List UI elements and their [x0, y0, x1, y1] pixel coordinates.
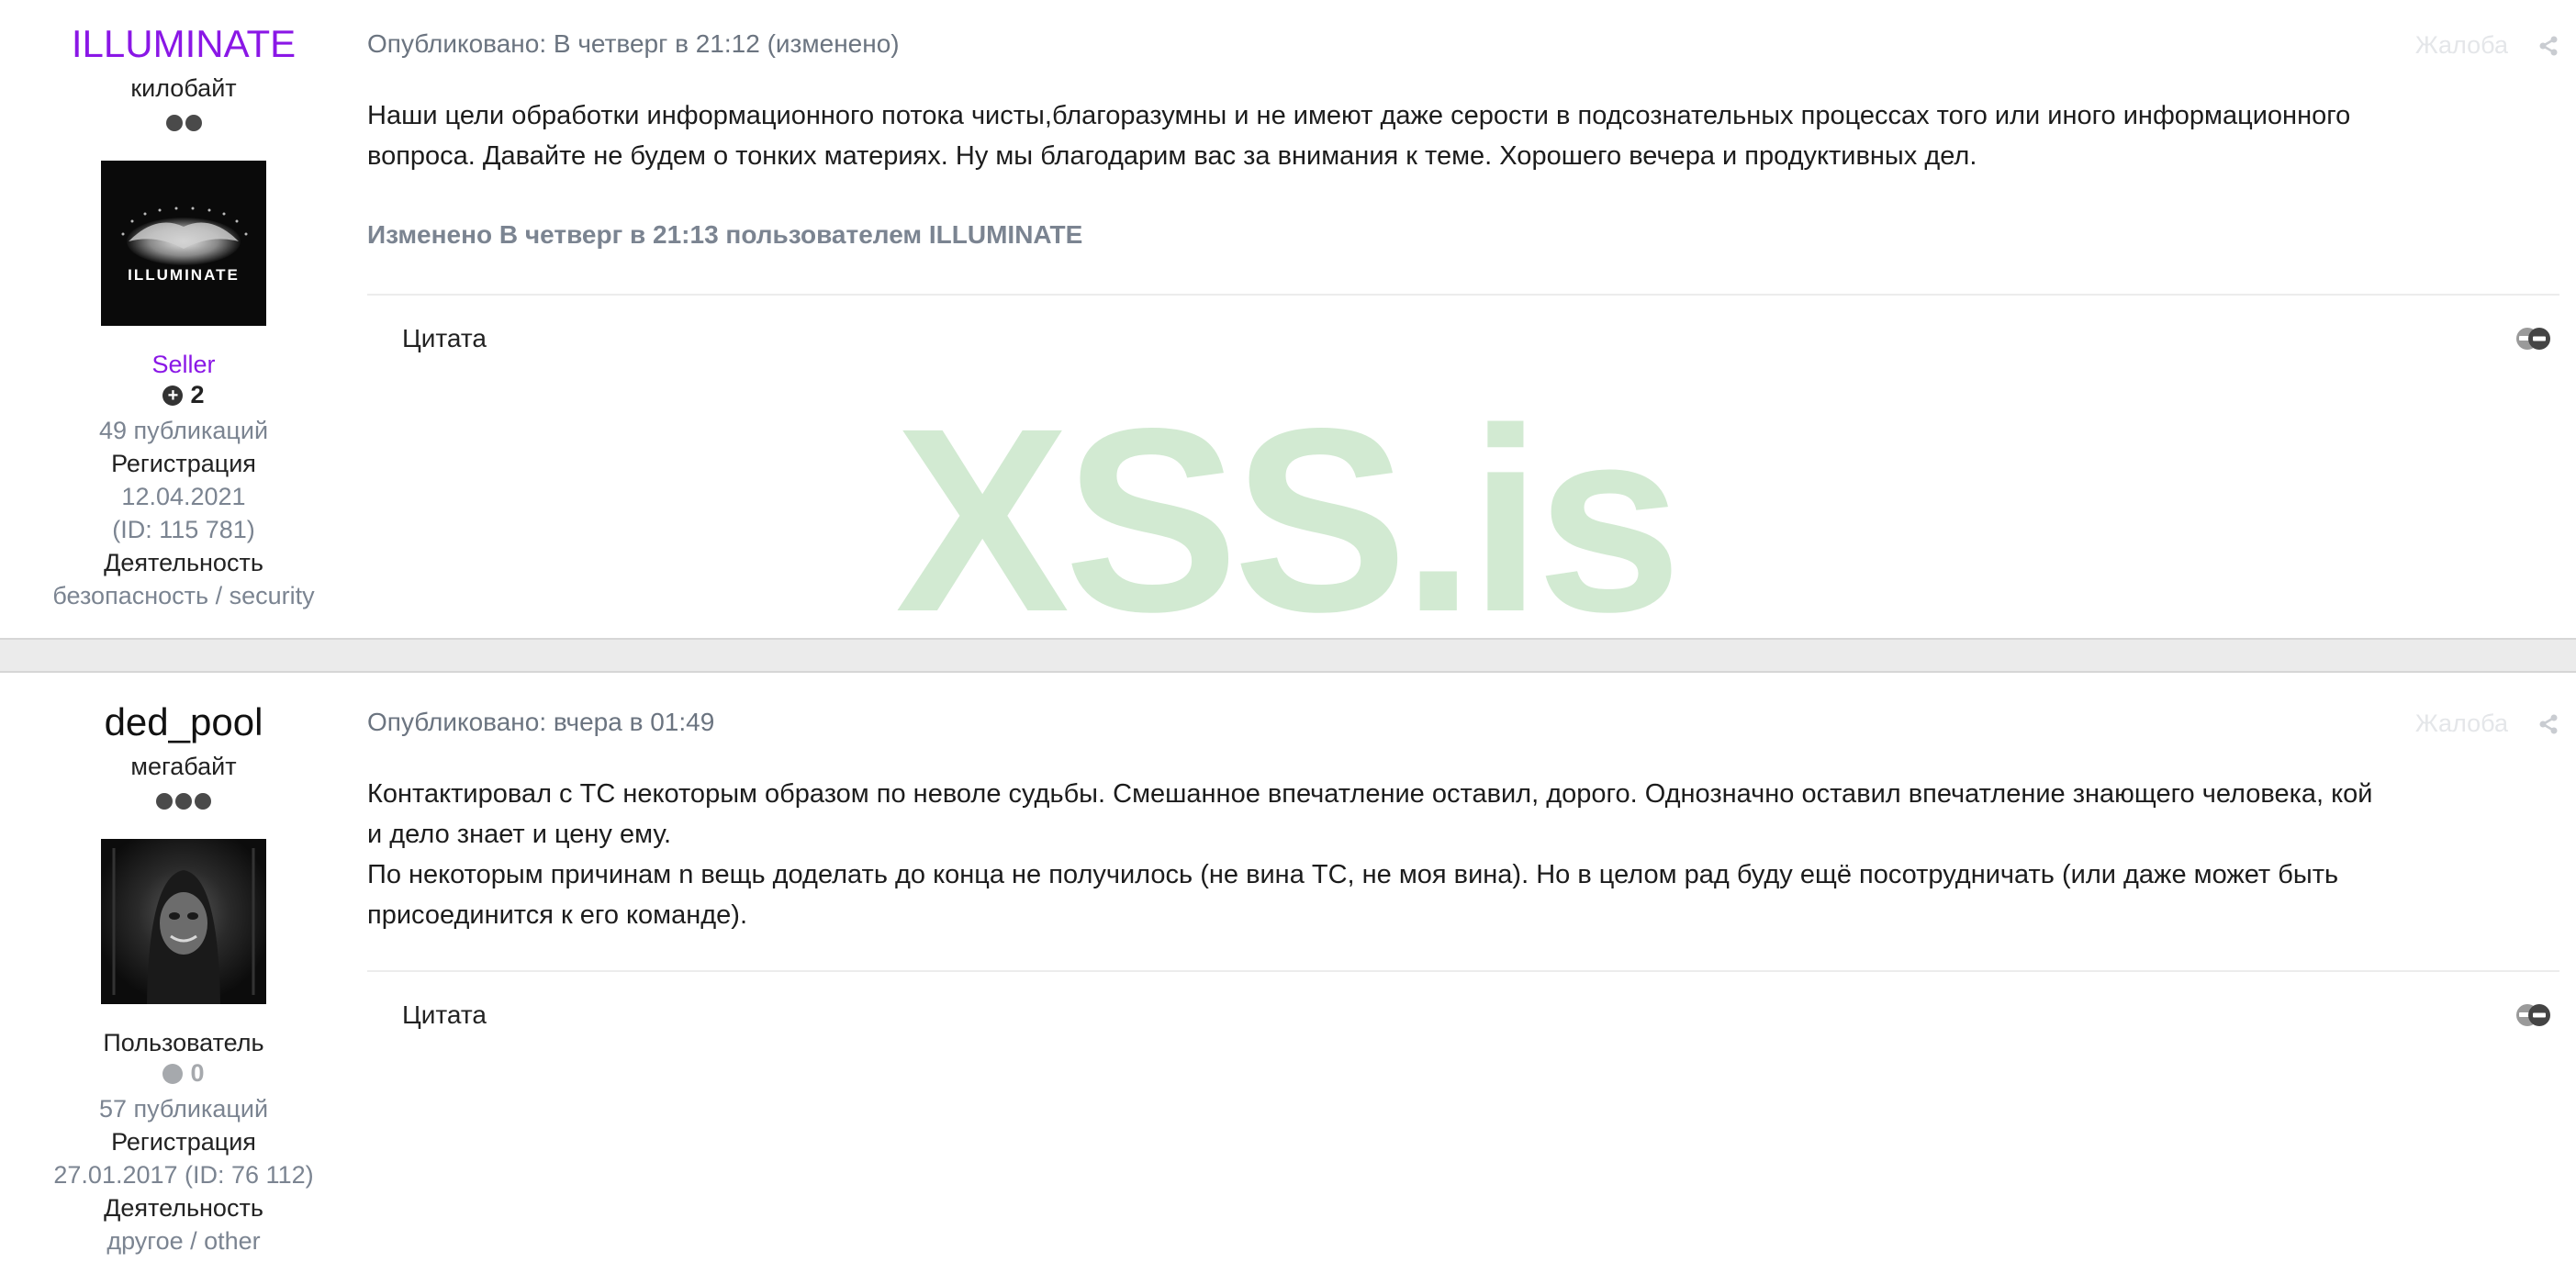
plus-circle-icon: + [162, 385, 184, 406]
activity-value: безопасность / security [52, 582, 315, 609]
post-meta[interactable]: Опубликовано: вчера в 01:49 [367, 708, 714, 737]
reputation-value: 2 [190, 381, 205, 408]
post-meta[interactable]: Опубликовано: В четверг в 21:12 (изменен… [367, 29, 900, 59]
avatar[interactable]: ILLUMINATE [101, 161, 266, 326]
svg-text:ILLUMINATE: ILLUMINATE [128, 266, 240, 284]
rank-pip [195, 793, 211, 810]
avatar-illuminate-image: ILLUMINATE [101, 161, 266, 326]
edited-note: Изменено В четверг в 21:13 пользователем… [367, 220, 1083, 249]
user-id: (ID: 115 781) [112, 516, 255, 543]
divider [367, 970, 2559, 972]
reputation-value: 0 [190, 1059, 205, 1087]
report-link[interactable]: Жалоба [2415, 710, 2508, 738]
reputation: + 2 [0, 381, 367, 409]
avatar[interactable] [101, 839, 266, 1004]
post-content-line: По некоторым причинам n вещь доделать до… [367, 860, 2339, 889]
avatar-dark-image [101, 839, 266, 1004]
user-group: Seller [151, 351, 216, 378]
share-icon[interactable] [2537, 713, 2559, 735]
posts-count[interactable]: 49 публикаций [0, 414, 367, 447]
activity-label: Деятельность [104, 549, 263, 576]
registration-date: 12.04.2021 [121, 483, 246, 510]
registration-label: Регистрация [111, 1128, 256, 1156]
registration-label: Регистрация [111, 450, 256, 477]
divider [367, 294, 2559, 296]
rank-pip [175, 793, 192, 810]
post-content-line: Наши цели обработки информационного пото… [367, 101, 2351, 130]
post-content-line: присоединится к его команде). [367, 900, 748, 930]
activity-label: Деятельность [104, 1194, 263, 1222]
post-content: Наши цели обработки информационного пото… [367, 95, 2552, 176]
watermark: XSS.is [895, 374, 1682, 666]
activity-value: другое / other [106, 1227, 261, 1255]
neutral-circle-icon [162, 1063, 184, 1084]
reputation: 0 [0, 1059, 367, 1088]
post: ded_pool мегабайт Пользователь 0 57 публ… [0, 671, 2576, 1285]
post-content: Контактировал с ТС некоторым образом по … [367, 774, 2552, 935]
rank-pip [185, 115, 202, 131]
quote-button[interactable]: Цитата [402, 324, 487, 353]
reaction-icon[interactable] [2515, 326, 2552, 352]
post-content-line: и дело знает и цену ему. [367, 820, 672, 849]
author-name-link[interactable]: ded_pool [0, 700, 367, 744]
author-rank: мегабайт [130, 753, 237, 780]
author-name-link[interactable]: ILLUMINATE [0, 22, 367, 66]
posts-count[interactable]: 57 публикаций [0, 1092, 367, 1125]
rank-pips [0, 793, 367, 810]
rank-pip [156, 793, 173, 810]
reaction-icon[interactable] [2515, 1002, 2552, 1028]
post-content-line: Контактировал с ТС некоторым образом по … [367, 779, 2373, 809]
report-link[interactable]: Жалоба [2415, 31, 2508, 60]
rank-pips [0, 115, 367, 131]
registration-date-id: 27.01.2017 (ID: 76 112) [53, 1161, 314, 1189]
rank-pip [165, 115, 183, 131]
user-group: Пользователь [103, 1029, 264, 1056]
quote-button[interactable]: Цитата [402, 1000, 487, 1030]
author-rank: килобайт [130, 74, 237, 102]
post-content-line: вопроса. Давайте не будем о тонких матер… [367, 141, 1977, 171]
share-icon[interactable] [2537, 35, 2559, 57]
